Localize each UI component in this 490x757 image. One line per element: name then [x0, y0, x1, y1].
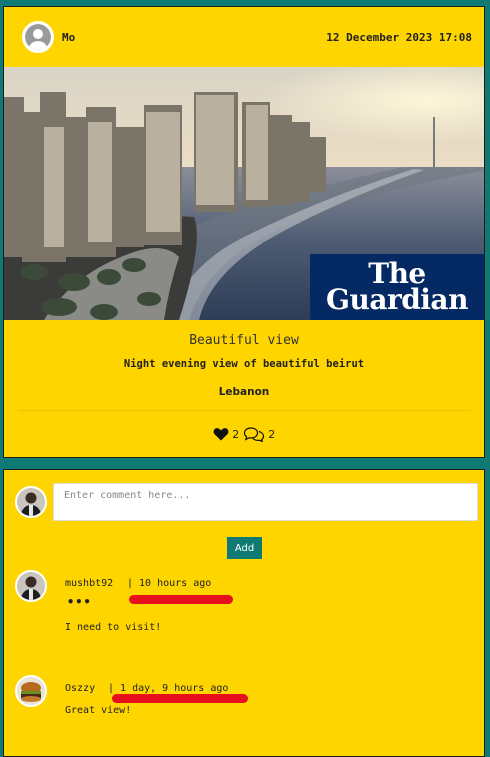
comment-author[interactable]: Oszzy — [65, 683, 95, 694]
comment-time: | 1 day, 9 hours ago — [108, 683, 229, 694]
user-avatar[interactable] — [22, 21, 54, 53]
current-user-avatar[interactable] — [15, 486, 47, 518]
post-username[interactable]: Mo — [62, 31, 75, 44]
post-divider — [18, 410, 470, 411]
add-comment-button[interactable]: Add — [227, 537, 262, 559]
annotation-underline — [129, 595, 233, 604]
comments-icon[interactable] — [243, 426, 265, 442]
post-header: Mo 12 December 2023 17:08 — [4, 7, 484, 67]
more-options-icon[interactable]: ••• — [67, 595, 92, 609]
like-count: 2 — [232, 427, 240, 441]
post-image[interactable]: The Guardian — [4, 67, 484, 320]
post-card: Mo 12 December 2023 17:08 The Guardian B… — [3, 6, 485, 458]
post-title: Beautiful view — [189, 333, 299, 348]
default-user-icon — [25, 24, 51, 50]
comment-avatar[interactable] — [15, 570, 47, 602]
burger-photo-icon — [17, 677, 45, 705]
post-timestamp: 12 December 2023 17:08 — [326, 31, 472, 44]
comment-text: Great view! — [65, 705, 132, 716]
comment-count: 2 — [268, 427, 276, 441]
post-description: Night evening view of beautiful beirut — [123, 358, 365, 370]
comment-text: I need to visit! — [65, 622, 162, 633]
comment-time: | 10 hours ago — [127, 578, 212, 589]
guardian-logo: The Guardian — [310, 254, 484, 320]
comment-author[interactable]: mushbt92 — [65, 578, 113, 589]
post-location: Lebanon — [218, 386, 270, 398]
comment-avatar[interactable] — [15, 675, 47, 707]
comment-input[interactable] — [53, 483, 478, 521]
heart-icon[interactable] — [213, 427, 229, 441]
user-photo-icon — [17, 572, 45, 600]
post-stats: 2 2 — [4, 426, 484, 442]
comments-card: Add mushbt92 | 10 hours ago ••• I need t… — [3, 469, 485, 757]
annotation-underline — [112, 694, 248, 703]
user-photo-icon — [17, 488, 45, 516]
